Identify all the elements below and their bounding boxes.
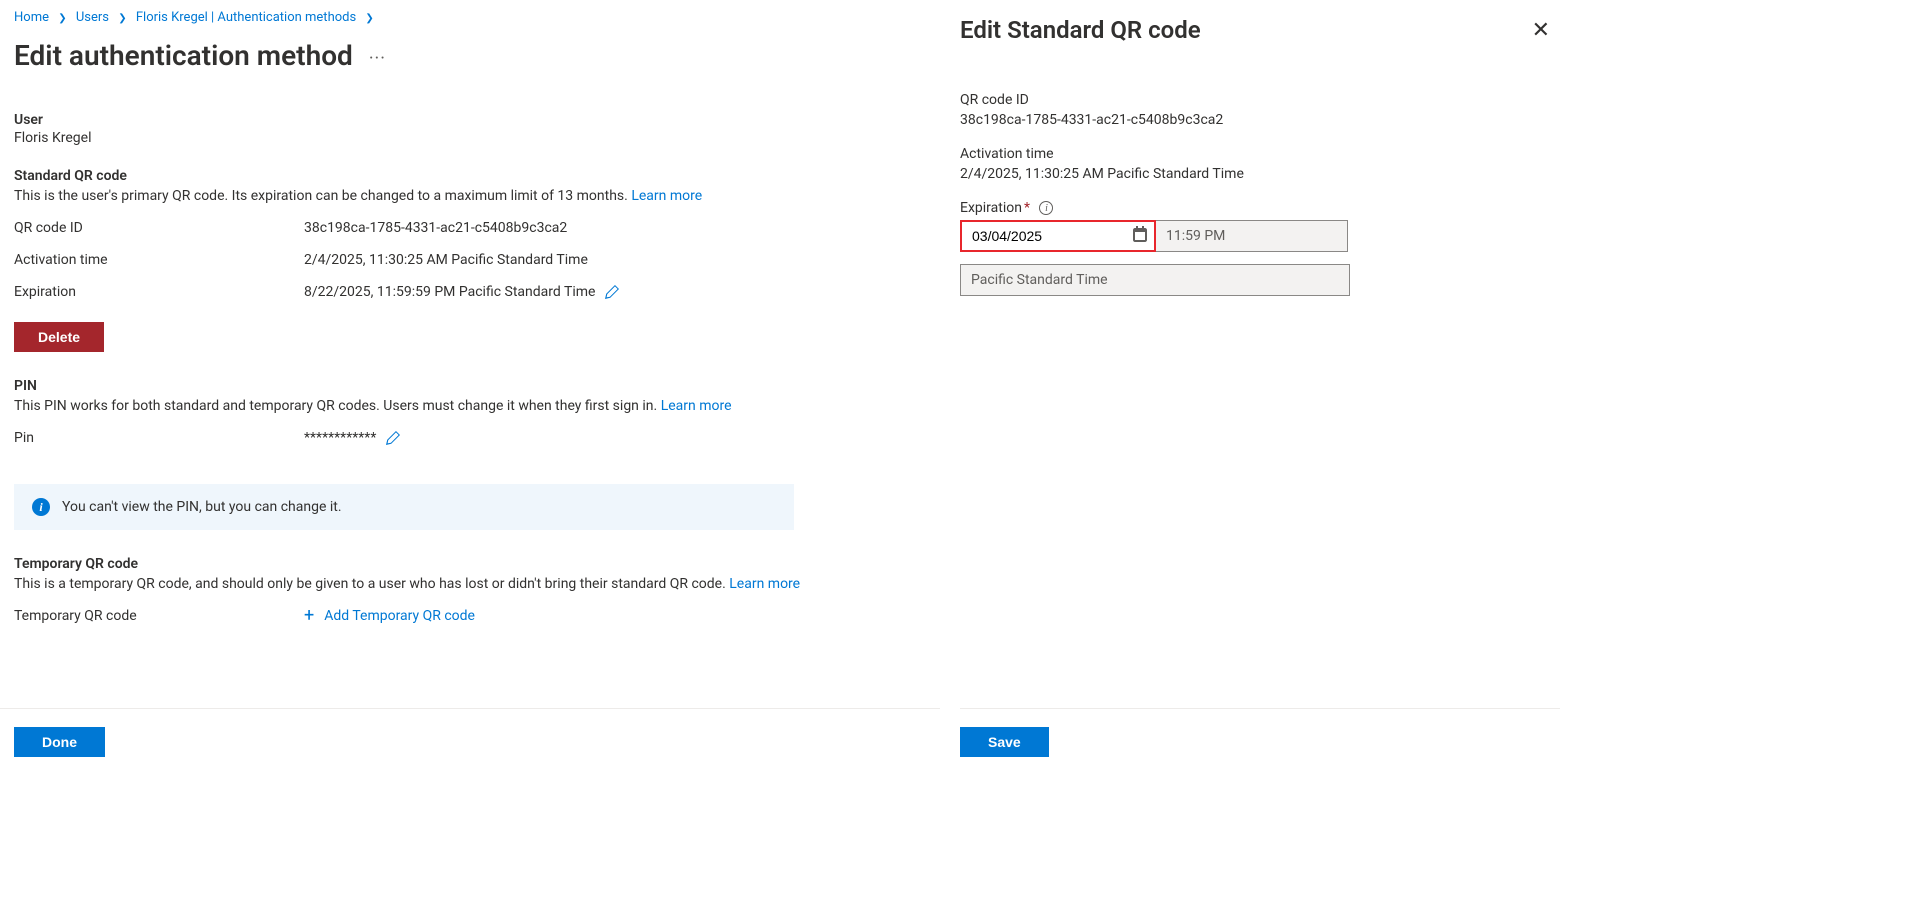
done-button[interactable]: Done [14,727,105,757]
standard-qr-learn-more-link[interactable]: Learn more [631,188,702,204]
timezone-input[interactable]: Pacific Standard Time [960,264,1350,296]
activation-value: 2/4/2025, 11:30:25 AM Pacific Standard T… [304,252,926,268]
panel-qr-id-label: QR code ID [960,92,1560,108]
temp-qr-row-label: Temporary QR code [14,608,304,625]
pin-learn-more-link[interactable]: Learn more [661,398,732,414]
panel-qr-id-value: 38c198ca-1785-4331-ac21-c5408b9c3ca2 [960,112,1560,128]
expiration-date-field[interactable] [970,227,1110,245]
breadcrumb-home[interactable]: Home [14,10,49,25]
qr-id-value: 38c198ca-1785-4331-ac21-c5408b9c3ca2 [304,220,926,236]
user-heading: User [14,112,926,128]
breadcrumb-user[interactable]: Floris Kregel | Authentication methods [136,10,356,25]
qr-id-label: QR code ID [14,220,304,236]
more-options-button[interactable]: ··· [369,48,386,69]
pin-heading: PIN [14,378,926,394]
temp-qr-learn-more-link[interactable]: Learn more [729,576,800,592]
user-name: Floris Kregel [14,130,926,146]
panel-expiration-label: Expiration* i [960,200,1560,216]
info-icon[interactable]: i [1039,201,1053,215]
info-icon: i [32,498,50,516]
edit-pin-icon[interactable] [386,431,400,445]
temp-qr-heading: Temporary QR code [14,556,926,572]
breadcrumb-users[interactable]: Users [76,10,109,25]
chevron-right-icon: ❯ [359,13,379,24]
pin-label: Pin [14,430,304,446]
panel-activation-value: 2/4/2025, 11:30:25 AM Pacific Standard T… [960,166,1560,182]
chevron-right-icon: ❯ [52,13,72,24]
panel-activation-label: Activation time [960,146,1560,162]
temp-qr-desc: This is a temporary QR code, and should … [14,576,926,592]
pin-desc: This PIN works for both standard and tem… [14,398,926,414]
close-icon[interactable]: ✕ [1532,18,1550,43]
activation-label: Activation time [14,252,304,268]
page-title: Edit authentication method [14,39,353,72]
expiration-label: Expiration [14,284,304,300]
delete-button[interactable]: Delete [14,322,104,352]
standard-qr-heading: Standard QR code [14,168,926,184]
save-button[interactable]: Save [960,727,1049,757]
chevron-right-icon: ❯ [112,13,132,24]
pin-value: ************ [304,430,376,446]
pin-banner-text: You can't view the PIN, but you can chan… [62,499,342,515]
breadcrumb: Home ❯ Users ❯ Floris Kregel | Authentic… [14,8,926,31]
pin-info-banner: i You can't view the PIN, but you can ch… [14,484,794,530]
required-star: * [1024,200,1030,216]
calendar-icon[interactable] [1132,226,1148,246]
standard-qr-desc: This is the user's primary QR code. Its … [14,188,926,204]
expiration-date-input[interactable] [960,220,1156,252]
expiration-value: 8/22/2025, 11:59:59 PM Pacific Standard … [304,284,595,300]
edit-expiration-icon[interactable] [605,285,619,299]
expiration-time-input[interactable]: 11:59 PM [1156,220,1348,252]
add-temp-qr-button[interactable]: + Add Temporary QR code [304,608,475,624]
panel-title: Edit Standard QR code [960,16,1201,44]
plus-icon: + [304,609,314,623]
